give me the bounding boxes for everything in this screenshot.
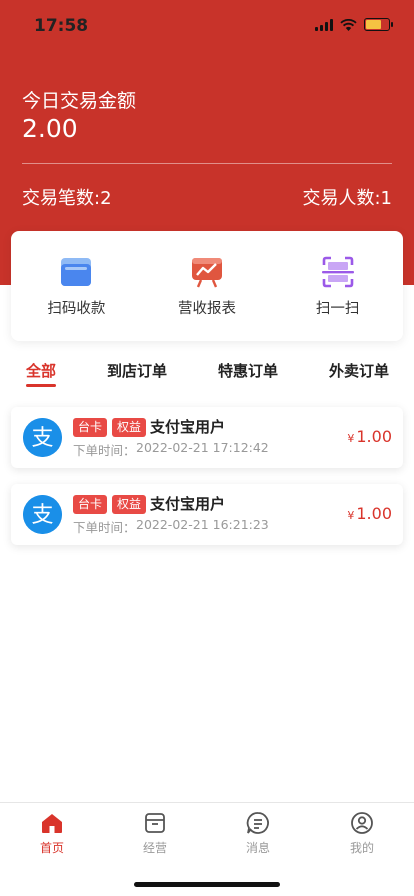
alipay-icon: 支	[23, 418, 62, 457]
quick-actions-card: 扫码收款 营收报表 扫一扫	[11, 231, 403, 341]
active-tab-indicator	[26, 384, 56, 387]
badge-benefit: 权益	[112, 418, 147, 437]
quick-action-label: 扫码收款	[47, 301, 106, 317]
divider	[22, 163, 392, 164]
box-icon	[145, 813, 165, 833]
transaction-count: 交易笔数:2	[22, 188, 112, 209]
nav-messages[interactable]: 消息	[228, 811, 288, 856]
quick-action-label: 营收报表	[178, 301, 236, 317]
nav-label: 首页	[39, 841, 64, 855]
svg-text:支: 支	[31, 426, 53, 451]
quick-action-revenue-report[interactable]: 营收报表	[142, 231, 273, 341]
order-tabs: 全部 到店订单 特惠订单 外卖订单	[0, 360, 414, 390]
scan-icon	[321, 256, 354, 288]
order-time: 2022-02-21 16:21:23	[136, 517, 269, 532]
nav-home[interactable]: 首页	[22, 811, 82, 856]
report-chart-icon	[192, 258, 222, 288]
order-user-name: 支付宝用户	[150, 418, 226, 436]
badge-table-card: 台卡	[73, 418, 108, 437]
status-time: 17:58	[34, 16, 89, 36]
customer-count: 交易人数:1	[302, 188, 392, 209]
today-amount-value: 2.00	[22, 114, 78, 143]
currency-symbol: ¥	[347, 432, 355, 445]
payment-folder-icon	[61, 258, 92, 286]
order-time: 2022-02-21 17:12:42	[136, 440, 269, 455]
order-time-label: 下单时间：	[73, 520, 136, 535]
svg-text:支: 支	[31, 503, 53, 528]
nav-label: 我的	[349, 841, 374, 855]
wifi-icon	[340, 18, 357, 31]
status-icons	[315, 18, 393, 31]
badge-table-card: 台卡	[73, 495, 108, 514]
quick-action-scan[interactable]: 扫一扫	[272, 231, 403, 341]
home-icon	[42, 814, 62, 833]
order-user-name: 支付宝用户	[150, 495, 226, 513]
order-amount: ¥1.00	[347, 504, 392, 523]
status-bar: 17:58	[0, 0, 414, 50]
tab-in-store-orders[interactable]: 到店订单	[107, 360, 167, 381]
nav-business[interactable]: 经营	[125, 811, 185, 856]
nav-label: 经营	[142, 841, 167, 855]
order-time-label: 下单时间：	[73, 443, 136, 458]
order-amount-value: 1.00	[356, 504, 392, 523]
order-card[interactable]: 支 台卡 权益 支付宝用户 下单时间： 2022-02-21 16:21:23 …	[11, 484, 403, 545]
currency-symbol: ¥	[347, 509, 355, 522]
tab-discount-orders[interactable]: 特惠订单	[218, 360, 278, 381]
nav-label: 消息	[245, 841, 270, 855]
profile-icon	[351, 812, 373, 834]
signal-icon	[315, 18, 333, 31]
quick-action-receive-payment[interactable]: 扫码收款	[11, 231, 142, 341]
alipay-icon: 支	[23, 495, 62, 534]
home-indicator[interactable]	[134, 882, 280, 887]
order-amount-value: 1.00	[356, 427, 392, 446]
quick-action-label: 扫一扫	[315, 301, 360, 317]
tab-delivery-orders[interactable]: 外卖订单	[329, 360, 389, 381]
badge-benefit: 权益	[112, 495, 147, 514]
order-amount: ¥1.00	[347, 427, 392, 446]
today-amount-label: 今日交易金额	[22, 90, 137, 112]
nav-profile[interactable]: 我的	[332, 811, 392, 856]
order-card[interactable]: 支 台卡 权益 支付宝用户 下单时间： 2022-02-21 17:12:42 …	[11, 407, 403, 468]
battery-icon	[364, 18, 393, 31]
tab-all[interactable]: 全部	[26, 360, 56, 381]
message-icon	[246, 812, 269, 834]
